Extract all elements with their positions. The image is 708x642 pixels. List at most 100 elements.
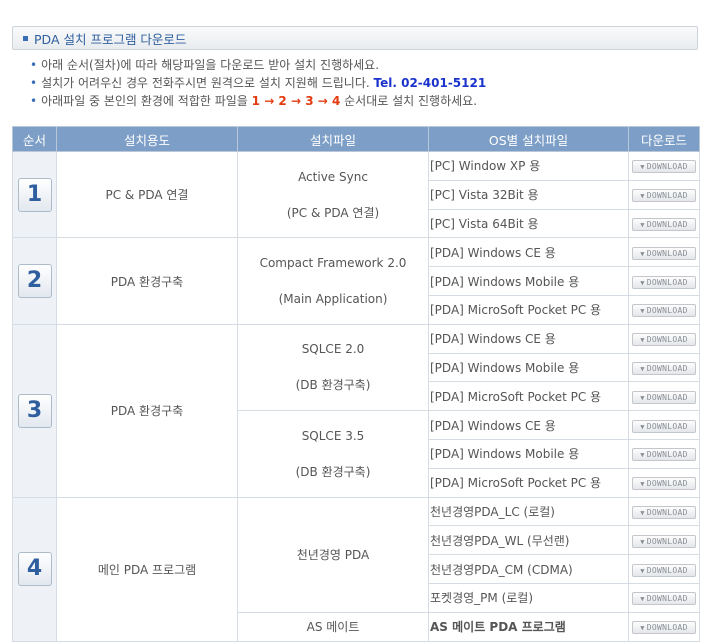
download-cell: ▼ DOWNLOAD [628, 237, 700, 268]
download-label: DOWNLOAD [646, 507, 688, 517]
download-arrow-icon: ▼ [640, 566, 645, 575]
col-header-download: 다운로드 [628, 126, 700, 152]
instruction-line: • 아래파일 중 본인의 환경에 적합한 파일을 1 → 2 → 3 → 4 순서… [30, 92, 700, 110]
file-cell: SQLCE 2.0 (DB 환경구축) [237, 323, 429, 412]
header-bullet-icon [23, 35, 28, 41]
download-button[interactable]: ▼ DOWNLOAD [632, 189, 696, 203]
table-row: 3 PDA 환경구축 SQLCE 2.0 (DB 환경구축) [PDA] Wind… [12, 323, 700, 498]
download-button[interactable]: ▼ DOWNLOAD [632, 275, 696, 289]
download-button[interactable]: ▼ DOWNLOAD [632, 217, 696, 231]
download-label: DOWNLOAD [646, 335, 688, 345]
download-label: DOWNLOAD [646, 450, 688, 460]
download-label: DOWNLOAD [646, 306, 688, 316]
download-button[interactable]: ▼ DOWNLOAD [632, 621, 696, 635]
download-button[interactable]: ▼ DOWNLOAD [632, 534, 696, 548]
download-cell: ▼ DOWNLOAD [628, 438, 700, 469]
download-button[interactable]: ▼ DOWNLOAD [632, 419, 696, 433]
download-cell: ▼ DOWNLOAD [628, 294, 700, 325]
download-button[interactable]: ▼ DOWNLOAD [632, 246, 696, 260]
download-button[interactable]: ▼ DOWNLOAD [632, 160, 696, 174]
download-cell: ▼ DOWNLOAD [628, 611, 700, 642]
download-cell: ▼ DOWNLOAD [628, 266, 700, 296]
os-file-name: [PDA] MicroSoft Pocket PC 용 [428, 294, 629, 325]
file-name: Active Sync [298, 169, 368, 184]
download-arrow-icon: ▼ [640, 163, 645, 172]
download-cell: ▼ DOWNLOAD [628, 179, 700, 210]
file-name: Compact Framework 2.0 [259, 256, 407, 271]
os-file-name: [PDA] Windows CE 용 [428, 237, 629, 268]
download-arrow-icon: ▼ [640, 480, 645, 489]
download-arrow-icon: ▼ [640, 249, 645, 258]
download-cell: ▼ DOWNLOAD [628, 467, 700, 498]
file-name: SQLCE 3.5 [301, 428, 365, 443]
section-header: PDA 설치 프로그램 다운로드 [12, 26, 698, 50]
download-button[interactable]: ▼ DOWNLOAD [632, 333, 696, 347]
download-button[interactable]: ▼ DOWNLOAD [632, 448, 696, 462]
purpose-cell: PDA 환경구축 [56, 323, 238, 498]
step-number-cell: 3 [12, 323, 57, 498]
os-file-name: [PDA] Windows Mobile 용 [428, 266, 629, 296]
download-cell: ▼ DOWNLOAD [628, 381, 700, 412]
download-button[interactable]: ▼ DOWNLOAD [632, 563, 696, 577]
download-table: 순서 설치용도 설치파일 OS별 설치파일 다운로드 1 PC & PDA 연결… [12, 126, 700, 642]
download-arrow-icon: ▼ [640, 508, 645, 517]
step-number-cell: 4 [12, 496, 57, 642]
file-desc: (PC & PDA 연결) [286, 205, 380, 220]
download-button[interactable]: ▼ DOWNLOAD [632, 505, 696, 519]
file-cell: AS 메이트 [237, 611, 429, 642]
instruction-text: 아래 순서(절차)에 따라 해당파일을 다운로드 받아 설치 진행하세요. [41, 58, 380, 72]
os-file-name: [PDA] Windows CE 용 [428, 323, 629, 354]
instruction-line: • 설치가 어려우신 경우 전화주시면 원격으로 설치 지원해 드립니다. Tel… [30, 74, 700, 92]
file-cell: Active Sync (PC & PDA 연결) [237, 150, 429, 239]
file-cell: 천년경영 PDA [237, 496, 429, 613]
download-label: DOWNLOAD [646, 421, 688, 431]
download-arrow-icon: ▼ [640, 624, 645, 633]
download-cell: ▼ DOWNLOAD [628, 323, 700, 354]
file-cell: SQLCE 3.5 (DB 환경구축) [237, 410, 429, 498]
os-file-name: 천년경영PDA_WL (무선랜) [428, 525, 629, 556]
download-label: DOWNLOAD [646, 248, 688, 258]
download-button[interactable]: ▼ DOWNLOAD [632, 390, 696, 404]
os-file-name: AS 메이트 PDA 프로그램 [428, 611, 629, 642]
col-header-os-file: OS별 설치파일 [428, 126, 629, 152]
os-file-name: [PDA] MicroSoft Pocket PC 용 [428, 467, 629, 498]
bullet-icon: • [30, 76, 38, 90]
instruction-text: 순서대로 설치 진행하세요. [344, 94, 478, 108]
download-button[interactable]: ▼ DOWNLOAD [632, 304, 696, 318]
download-cell: ▼ DOWNLOAD [628, 582, 700, 613]
os-file-name: [PC] Window XP 용 [428, 151, 629, 181]
download-button[interactable]: ▼ DOWNLOAD [632, 361, 696, 375]
download-label: DOWNLOAD [646, 594, 688, 604]
phone-number: Tel. 02-401-5121 [373, 76, 487, 90]
os-file-name: 포켓경영_PM (로컬) [428, 582, 629, 613]
instruction-line: • 아래 순서(절차)에 따라 해당파일을 다운로드 받아 설치 진행하세요. [30, 56, 700, 74]
os-file-name: [PC] Vista 64Bit 용 [428, 208, 629, 239]
download-label: DOWNLOAD [646, 536, 688, 546]
download-arrow-icon: ▼ [640, 336, 645, 345]
os-file-name: 천년경영PDA_LC (로컬) [428, 496, 629, 527]
file-desc: (DB 환경구축) [295, 464, 371, 479]
download-button[interactable]: ▼ DOWNLOAD [632, 477, 696, 491]
step-number-cell: 2 [12, 237, 57, 325]
download-cell: ▼ DOWNLOAD [628, 554, 700, 584]
download-label: DOWNLOAD [646, 479, 688, 489]
download-cell: ▼ DOWNLOAD [628, 208, 700, 239]
step-number-badge: 4 [17, 552, 52, 587]
download-arrow-icon: ▼ [640, 393, 645, 402]
instruction-text: 설치가 어려우신 경우 전화주시면 원격으로 설치 지원해 드립니다. [41, 76, 370, 90]
download-cell: ▼ DOWNLOAD [628, 410, 700, 440]
section-title: PDA 설치 프로그램 다운로드 [34, 31, 187, 47]
bullet-icon: • [30, 58, 38, 72]
download-arrow-icon: ▼ [640, 422, 645, 431]
download-label: DOWNLOAD [646, 363, 688, 373]
download-cell: ▼ DOWNLOAD [628, 352, 700, 383]
download-label: DOWNLOAD [646, 277, 688, 287]
download-button[interactable]: ▼ DOWNLOAD [632, 592, 696, 606]
download-arrow-icon: ▼ [640, 364, 645, 373]
purpose-cell: PC & PDA 연결 [56, 150, 238, 239]
download-label: DOWNLOAD [646, 219, 688, 229]
file-desc: (Main Application) [278, 292, 388, 307]
download-cell: ▼ DOWNLOAD [628, 151, 700, 181]
col-header-order: 순서 [12, 126, 57, 152]
instruction-text: 아래파일 중 본인의 환경에 적합한 파일을 [41, 94, 248, 108]
